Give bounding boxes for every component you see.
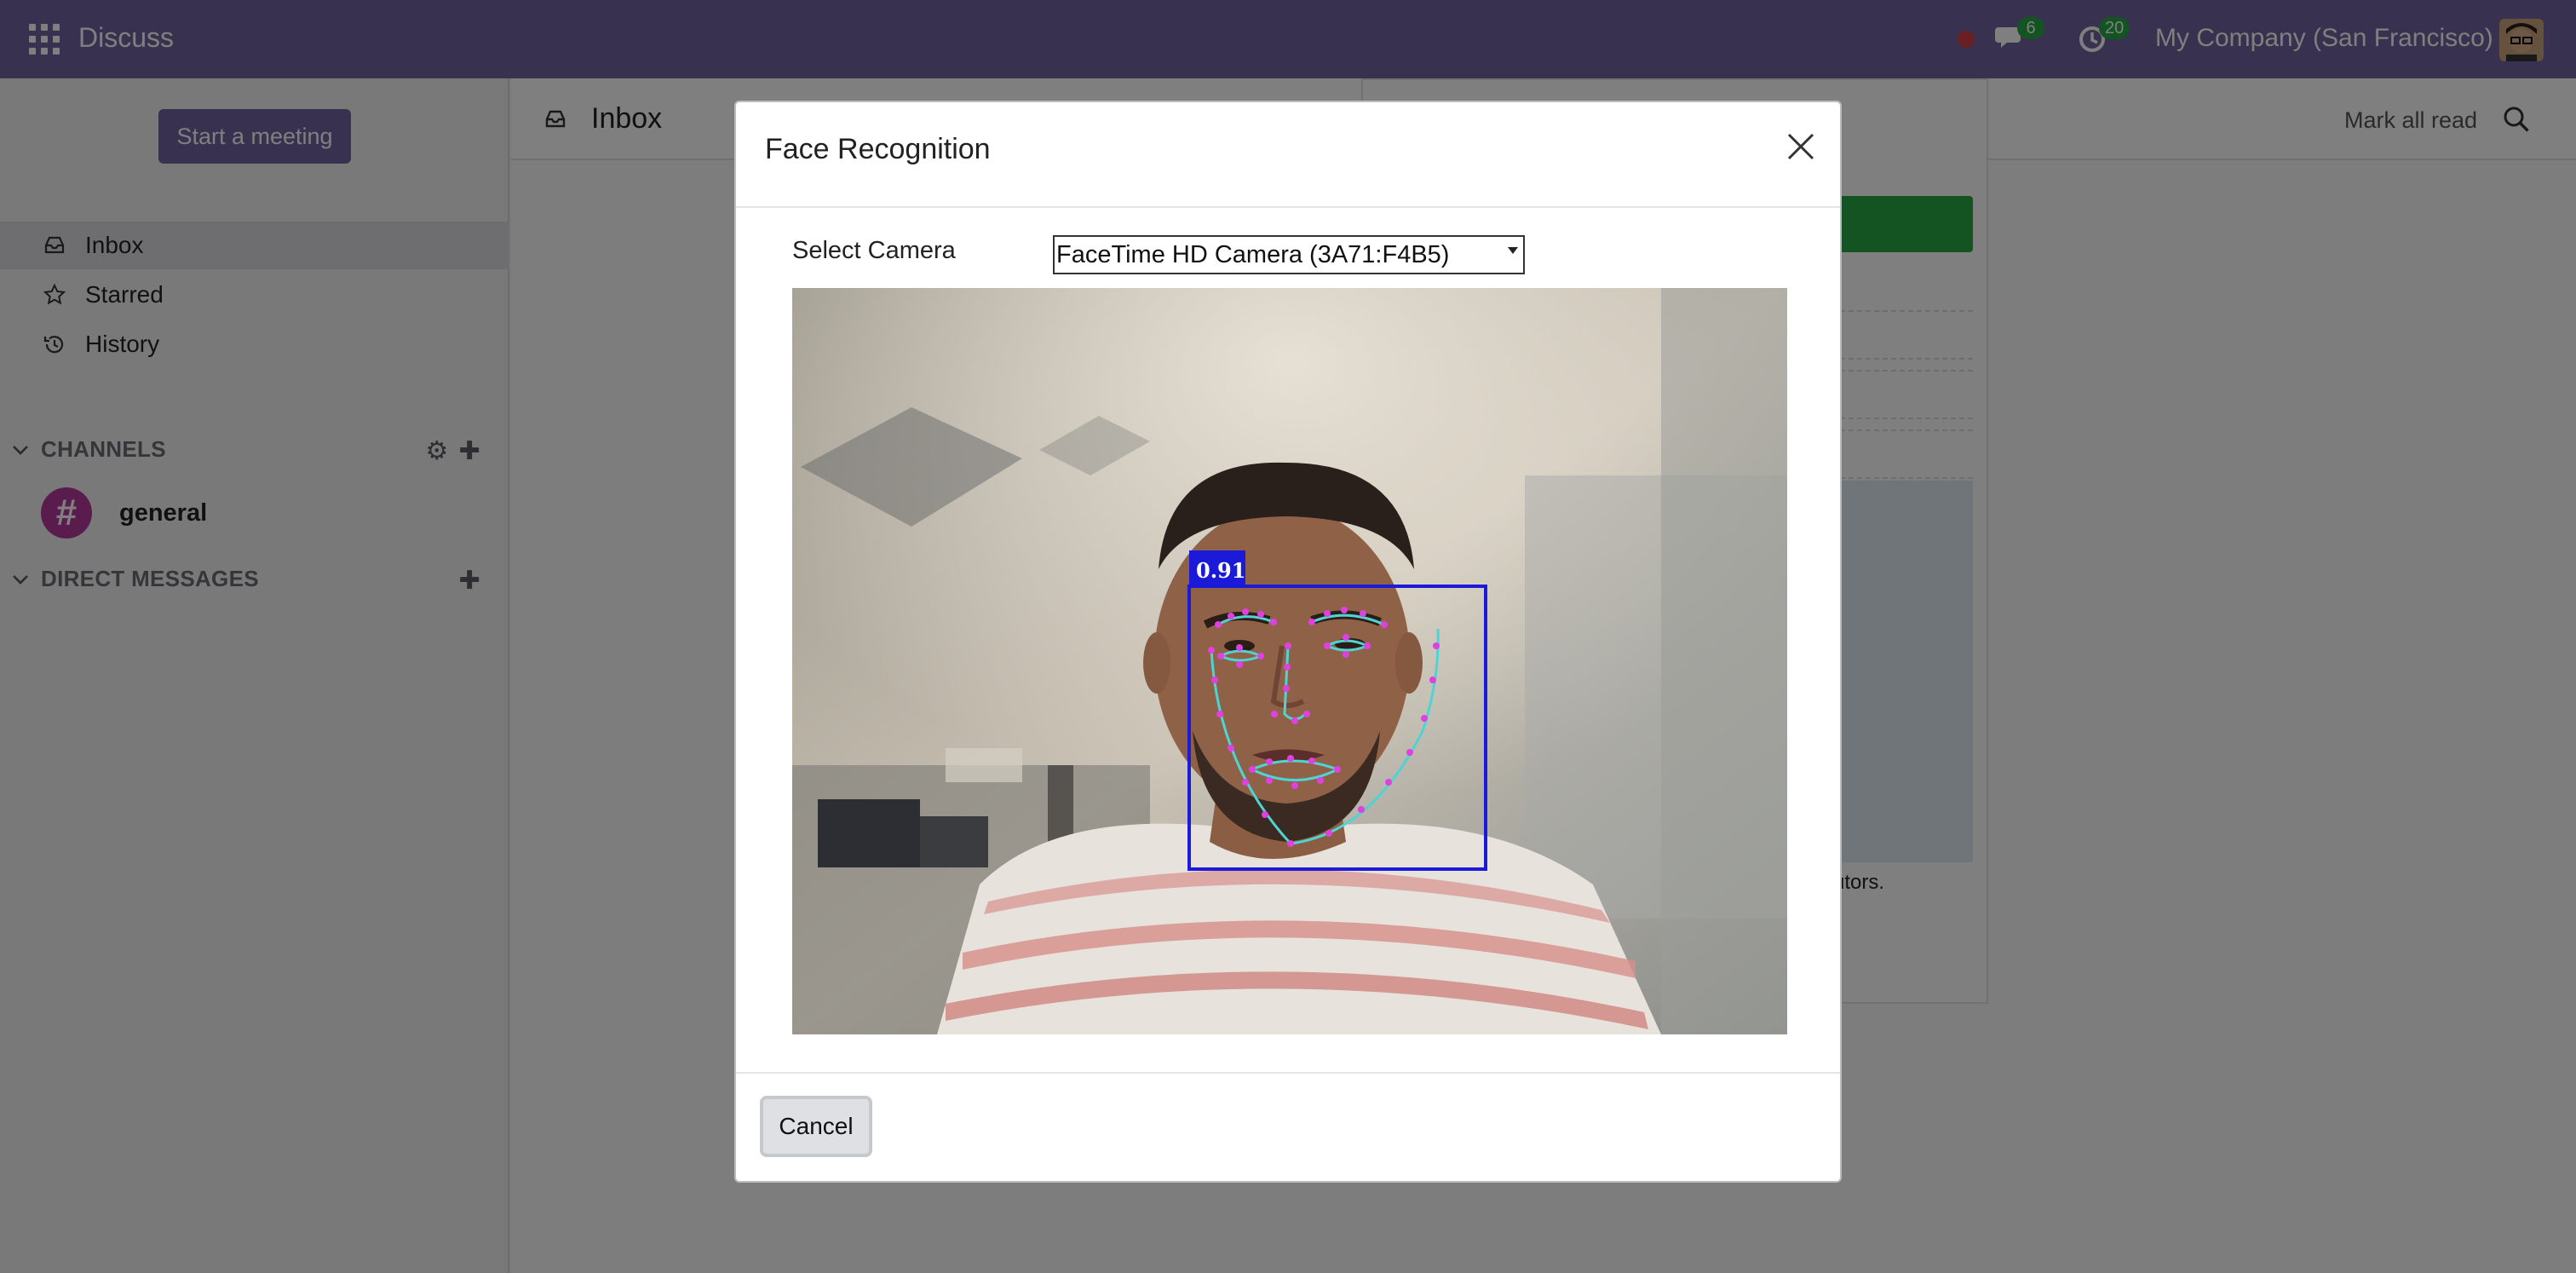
- close-icon[interactable]: [1782, 128, 1820, 165]
- dropdown-arrow-icon: [1508, 247, 1518, 254]
- select-camera-label: Select Camera: [792, 237, 956, 264]
- camera-select[interactable]: FaceTime HD Camera (3A71:F4B5): [1053, 235, 1525, 274]
- detection-score-label: 0.91: [1196, 558, 1245, 583]
- camera-select-value: FaceTime HD Camera (3A71:F4B5): [1056, 240, 1450, 268]
- face-recognition-dialog: Face Recognition Select Camera FaceTime …: [734, 101, 1842, 1183]
- webcam-frame-image: 0.91: [792, 288, 1787, 1034]
- cancel-button[interactable]: Cancel: [760, 1096, 872, 1157]
- modal-title: Face Recognition: [765, 133, 991, 165]
- camera-video-feed: 0.91: [792, 288, 1787, 1034]
- modal-footer-divider: [736, 1072, 1840, 1074]
- modal-header: Face Recognition: [736, 102, 1840, 208]
